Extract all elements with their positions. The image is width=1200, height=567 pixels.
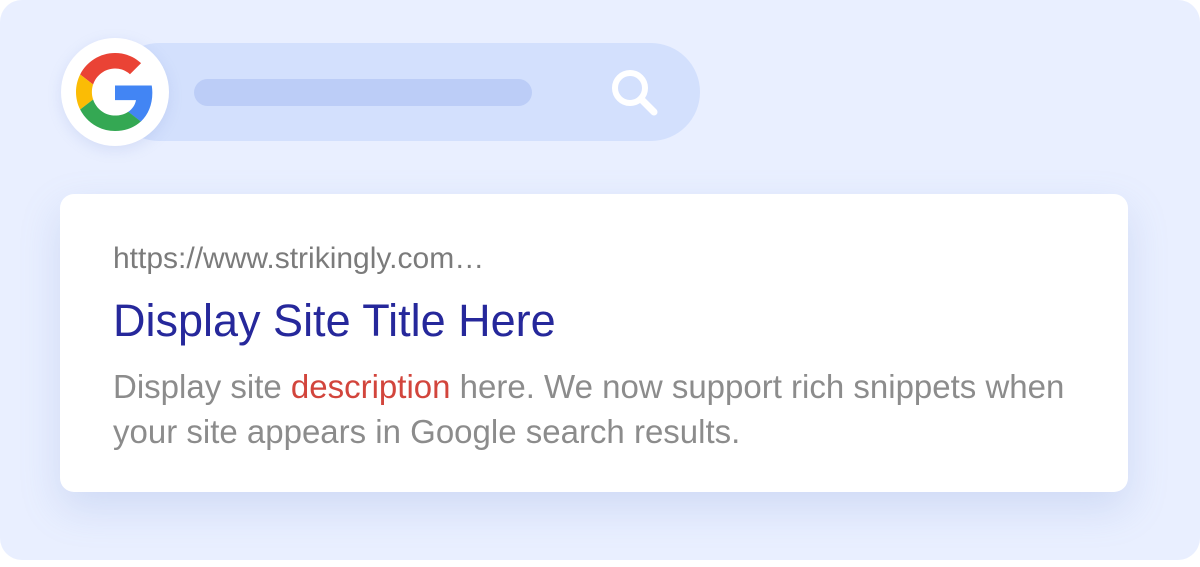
result-title[interactable]: Display Site Title Here	[113, 295, 556, 347]
result-description: Display site description here. We now su…	[113, 364, 1103, 454]
result-url[interactable]: https://www.strikingly.com…	[113, 242, 484, 276]
magnifier-icon	[612, 70, 658, 116]
search-bar[interactable]	[110, 43, 700, 141]
description-highlight: description	[290, 368, 451, 405]
background-panel: https://www.strikingly.com… Display Site…	[0, 0, 1200, 560]
google-logo-badge	[61, 38, 169, 146]
google-g-logo-icon	[76, 53, 153, 131]
search-result-card: https://www.strikingly.com… Display Site…	[60, 194, 1128, 492]
search-input-placeholder[interactable]	[194, 79, 532, 106]
description-text-before: Display site	[113, 368, 291, 405]
search-button[interactable]	[600, 63, 670, 123]
